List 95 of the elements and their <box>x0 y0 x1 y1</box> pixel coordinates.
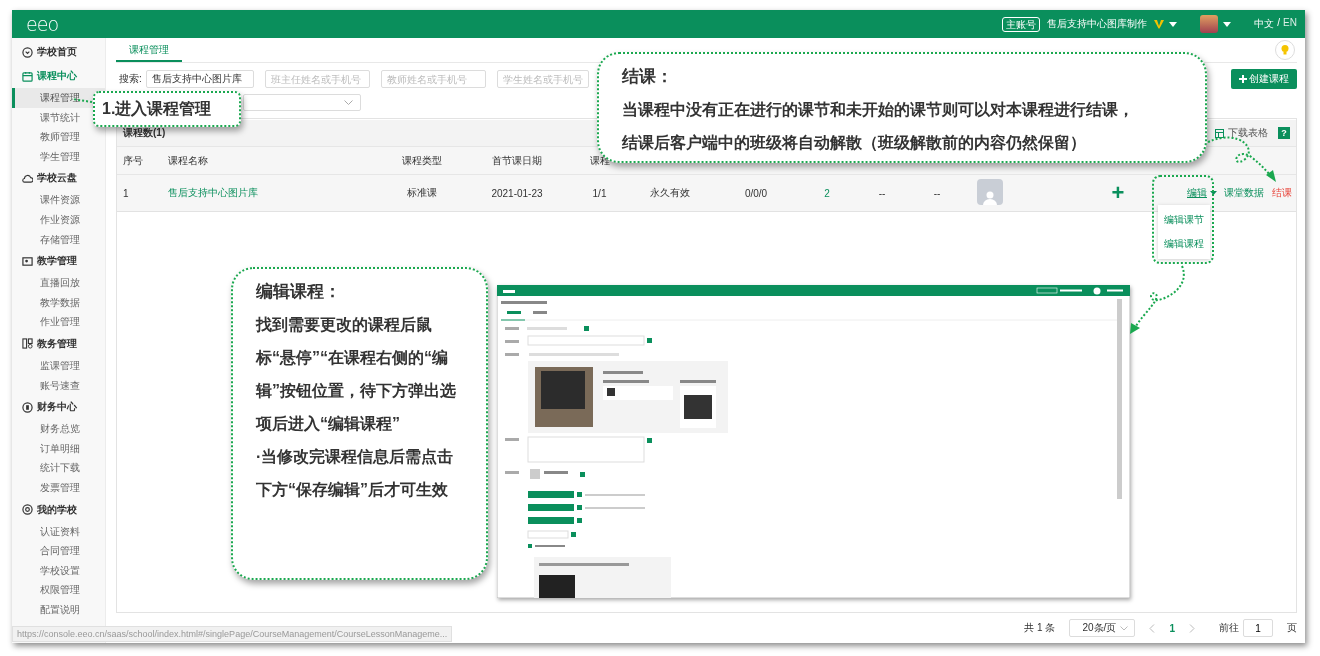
callout-text: 当课程中没有正在进行的课节和未开始的课节则可以对本课程进行结课， <box>622 100 1135 120</box>
sidebar-item[interactable]: 学生管理 <box>12 146 105 167</box>
lightbulb-icon[interactable] <box>1275 40 1295 60</box>
sidebar-item[interactable]: 存储管理 <box>12 229 105 250</box>
sidebar-group[interactable]: 财务中心 <box>12 395 105 420</box>
sidebar-item[interactable]: 课件资源 <box>12 190 105 210</box>
spreadsheet-icon <box>1215 128 1224 138</box>
sidebar-item[interactable]: 发票管理 <box>12 477 105 498</box>
avatar[interactable] <box>1200 15 1219 33</box>
sidebar-item[interactable]: 权限管理 <box>12 580 105 600</box>
caret-icon[interactable] <box>1223 21 1232 27</box>
callout-text: ·当修改完课程信息后需点击下方“保存编辑”后才可生效 <box>256 447 455 500</box>
page-suffix: 页 <box>1287 621 1297 635</box>
course-name-link[interactable]: 售后支持中心图片库 <box>168 187 258 198</box>
callout-title: 编辑课程： <box>256 281 342 302</box>
teacher-avatar <box>977 179 1003 205</box>
callout-text: 结课后客户端中的班级将自动解散（班级解散前的内容仍然保留） <box>622 133 1087 153</box>
search-field[interactable]: 售后支持中心图片库 <box>145 70 254 88</box>
add-button[interactable]: + <box>1111 180 1125 205</box>
caret-icon[interactable] <box>1169 21 1178 27</box>
page-size-dropdown[interactable]: 20条/页 <box>1069 619 1136 637</box>
menu-item[interactable]: 编辑课程 <box>1158 232 1210 256</box>
edit-link[interactable]: 编辑 <box>1187 186 1207 200</box>
sidebar-group[interactable]: 我的学校 <box>12 497 105 522</box>
vip-icon <box>1154 19 1165 29</box>
plus-icon <box>1239 75 1247 83</box>
document-icon <box>22 338 33 350</box>
table-cell[interactable]: 2 <box>824 187 830 199</box>
coin-icon <box>22 401 33 413</box>
search-field[interactable]: 学生姓名或手机号 <box>496 70 589 88</box>
calendar-icon <box>22 70 33 82</box>
sidebar-item[interactable]: 账号速查 <box>12 375 105 396</box>
table-cell: 2021-01-23 <box>491 187 543 199</box>
sidebar-group[interactable]: 教学管理 <box>12 249 105 274</box>
table-cell: 1 <box>123 187 129 199</box>
dotted-arrow <box>1207 136 1276 182</box>
column-header: 课程类型 <box>402 154 442 166</box>
search-label: 搜索: <box>119 72 142 86</box>
cloud-icon <box>22 172 33 184</box>
goto-label: 前往 <box>1219 621 1239 635</box>
logo[interactable]: eeo <box>26 14 58 34</box>
course-count: 课程数(1) <box>123 126 166 140</box>
download-link[interactable]: 下载表格 <box>1228 126 1268 140</box>
caret-icon[interactable] <box>1210 191 1217 195</box>
screen-icon <box>22 255 33 267</box>
sidebar-item[interactable]: 认证资料 <box>12 521 105 542</box>
column-header: 首节课日期 <box>492 154 542 166</box>
sidebar-item[interactable]: 教师管理 <box>12 127 105 147</box>
table-cell: 0/0/0 <box>744 187 768 199</box>
chevron-down-icon <box>1120 625 1129 631</box>
separator: / <box>1277 17 1281 30</box>
sidebar-group[interactable]: 学校首页 <box>12 40 105 64</box>
sidebar-item[interactable]: 直播回放 <box>12 273 105 293</box>
search-field[interactable]: 教师姓名或手机号 <box>380 70 486 88</box>
callout-title: 1.进入课程管理 <box>102 98 212 119</box>
help-badge[interactable]: ? <box>1278 127 1290 139</box>
table-cell: -- <box>878 187 886 199</box>
class-data-link[interactable]: 课堂数据 <box>1224 186 1264 200</box>
table-cell: -- <box>933 187 941 199</box>
dotted-arrow <box>1130 265 1185 334</box>
page-input[interactable]: 1 <box>1243 619 1273 637</box>
page-number[interactable]: 1 <box>1169 622 1175 634</box>
table-cell: 标准课 <box>407 187 437 198</box>
sidebar-group[interactable]: 教务管理 <box>12 331 105 356</box>
total-count: 共 1 条 <box>1024 621 1056 635</box>
tab[interactable]: 课程管理 <box>116 38 182 62</box>
sidebar-item[interactable]: 监课管理 <box>12 355 105 376</box>
sidebar-item[interactable]: 订单明细 <box>12 438 105 459</box>
table-cell: 永久有效 <box>649 187 690 198</box>
language-option[interactable]: EN <box>1283 17 1297 31</box>
chevron-down-icon <box>344 100 353 105</box>
sidebar-item[interactable]: 作业管理 <box>12 312 105 332</box>
language-option[interactable]: 中文 <box>1254 17 1275 31</box>
column-header: 序号 <box>123 154 143 166</box>
menu-item[interactable]: 编辑课节 <box>1158 208 1210 232</box>
create-course-button[interactable]: 创建课程 <box>1231 69 1297 89</box>
sidebar-item[interactable]: 统计下载 <box>12 458 105 478</box>
sidebar-item[interactable]: 财务总览 <box>12 419 105 439</box>
end-course-link[interactable]: 结课 <box>1272 186 1292 200</box>
callout-text: 找到需要更改的课程后鼠标“悬停”“在课程右侧的“编辑”按钮位置，待下方弹出选项后进入“编辑课程” <box>256 315 457 434</box>
table-cell: 1/1 <box>592 187 607 199</box>
account-badge: 主账号 <box>1002 16 1041 32</box>
account-name[interactable]: 售后支持中心图库制作 <box>1047 17 1148 31</box>
sidebar-item[interactable]: 学校设置 <box>12 560 105 581</box>
gear-icon <box>22 504 33 515</box>
sidebar-item[interactable]: 教学数据 <box>12 292 105 313</box>
home-icon <box>22 46 33 58</box>
sidebar-group[interactable]: 课程中心 <box>12 64 105 88</box>
sidebar-group[interactable]: 学校云盘 <box>12 166 105 191</box>
status-url: https://console.eeo.cn/saas/school/index.html#/singlePage/CourseManagement/CourseLessonManageme... <box>12 626 453 642</box>
column-header: 课程名称 <box>168 154 208 166</box>
sidebar-item[interactable]: 合同管理 <box>12 541 105 561</box>
callout-title: 结课： <box>622 66 674 87</box>
sidebar-item[interactable]: 作业资源 <box>12 209 105 230</box>
sidebar-item[interactable]: 配置说明 <box>12 599 105 620</box>
